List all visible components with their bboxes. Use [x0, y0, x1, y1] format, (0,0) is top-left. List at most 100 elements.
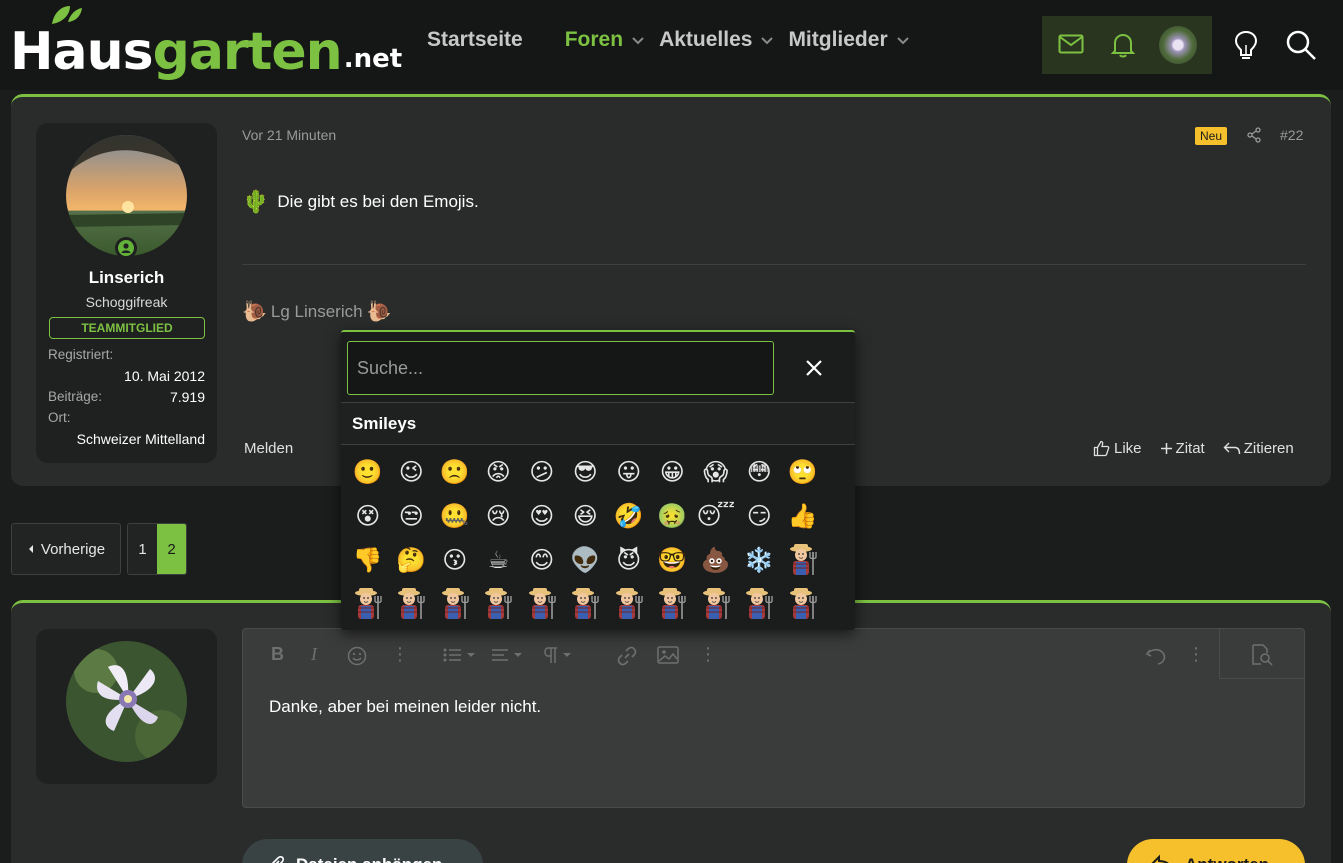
previous-page-button[interactable]: Vorherige — [11, 523, 121, 575]
mail-icon[interactable] — [1058, 33, 1084, 55]
emoji-item[interactable]: 😢 — [477, 496, 521, 536]
emoji-item[interactable]: 🤐 — [433, 496, 477, 536]
nav-foren[interactable]: Foren — [565, 28, 659, 52]
smiley-icon[interactable] — [347, 646, 367, 666]
undo-icon[interactable] — [1145, 646, 1167, 666]
italic-icon[interactable]: I — [311, 644, 317, 665]
emoji-item[interactable]: 😛 — [607, 452, 651, 492]
emoji-item[interactable]: 😡 — [477, 452, 521, 492]
post-number[interactable]: #22 — [1280, 127, 1303, 143]
attach-files-button[interactable]: Dateien anhängen — [242, 839, 483, 863]
report-link[interactable]: Melden — [244, 440, 293, 457]
post-user-panel: Linserich Schoggifreak TEAMMITGLIED Regi… — [36, 123, 217, 463]
farmer-emoji[interactable] — [477, 584, 521, 624]
emoji-item[interactable]: ❄️ — [738, 540, 782, 580]
emoji-item[interactable]: 😍 — [520, 496, 564, 536]
emoji-item[interactable]: 😉 — [390, 452, 434, 492]
farmer-emoji[interactable] — [346, 584, 390, 624]
lightbulb-icon[interactable] — [1234, 30, 1258, 62]
registered-label: Registriert: — [48, 347, 114, 362]
reply-quote-button[interactable]: Zitieren — [1223, 440, 1294, 457]
paragraph-icon[interactable] — [541, 646, 575, 664]
paperclip-icon — [271, 856, 284, 863]
emoji-item[interactable]: 🤓 — [651, 540, 695, 580]
user-avatar[interactable] — [1159, 26, 1197, 64]
more-icon[interactable]: ⋮ — [391, 644, 409, 665]
bell-icon[interactable] — [1111, 32, 1135, 58]
emoji-item[interactable]: 🙄 — [781, 452, 825, 492]
preview-toggle[interactable] — [1219, 629, 1304, 679]
emoji-item[interactable]: 😈 — [607, 540, 651, 580]
emoji-item[interactable]: 😵 — [346, 496, 390, 536]
site-logo[interactable]: Haus garten .net — [10, 6, 402, 78]
emoji-item[interactable]: 👍 — [781, 496, 825, 536]
page-1[interactable]: 1 — [128, 524, 157, 574]
farmer-emoji[interactable] — [651, 584, 695, 624]
nav-aktuelles[interactable]: Aktuelles — [659, 28, 788, 52]
emoji-item[interactable]: 🤔 — [390, 540, 434, 580]
emoji-item[interactable]: 💩 — [694, 540, 738, 580]
reply-editor[interactable]: B I ⋮ ⋮ ⋮ Danke, aber bei meinen leider … — [242, 628, 1305, 808]
search-icon[interactable] — [1285, 29, 1317, 61]
post-time[interactable]: Vor 21 Minuten — [242, 127, 336, 143]
emoji-item[interactable]: 😀 — [651, 452, 695, 492]
chevron-down-icon[interactable] — [631, 33, 645, 47]
emoji-item[interactable]: 😏 — [738, 496, 782, 536]
emoji-item[interactable]: 😆 — [564, 496, 608, 536]
farmer-emoji[interactable] — [694, 584, 738, 624]
emoji-item[interactable]: 😴 — [694, 496, 738, 536]
image-icon[interactable] — [657, 646, 679, 664]
farmer-emoji[interactable] — [607, 584, 651, 624]
farmer-emoji[interactable] — [433, 584, 477, 624]
farmer-emoji[interactable] — [738, 584, 782, 624]
snail-icon: 🐌 — [366, 301, 392, 323]
bold-icon[interactable]: B — [271, 644, 284, 665]
emoji-item[interactable]: 😗 — [433, 540, 477, 580]
preview-icon — [1252, 644, 1273, 666]
share-icon[interactable] — [1246, 127, 1262, 143]
chevron-down-icon[interactable] — [760, 33, 774, 47]
emoji-item[interactable]: 😎 — [564, 452, 608, 492]
farmer-emoji[interactable] — [781, 584, 825, 624]
farmer-emoji[interactable] — [520, 584, 564, 624]
nav-mitglieder[interactable]: Mitglieder — [788, 28, 923, 52]
farmer-emoji[interactable] — [390, 584, 434, 624]
avatar[interactable] — [66, 641, 187, 762]
emoji-picker: Smileys 🙂😉🙁😡😕😎😛😀😱😳🙄😵😒🤐😢😍😆🤣🤢😴😏👍👎🤔😗☕😊👽😈🤓💩❄… — [341, 330, 855, 630]
page-2[interactable]: 2 — [157, 524, 186, 574]
nav-startseite[interactable]: Startseite — [427, 28, 523, 52]
chevron-down-icon[interactable] — [896, 33, 910, 47]
emoji-item[interactable]: 😳 — [738, 452, 782, 492]
emoji-search-input[interactable] — [348, 342, 773, 394]
emoji-grid: 🙂 😉 🙁 😡 😕 😎 😛 😀 😱 😳 🙄 😵 😒 🤐 😢 😍 😆 🤣 🤢 😴 😏 👍 👎 🤔 😗 ☕ 😊 👽 😈 🤓 💩 ❄️ — [346, 450, 856, 626]
emoji-item[interactable]: ☕ — [477, 540, 521, 580]
emoji-item[interactable]: 😒 — [390, 496, 434, 536]
caret-left-icon — [28, 545, 33, 553]
farmer-emoji[interactable] — [781, 540, 825, 580]
more-icon[interactable]: ⋮ — [1187, 644, 1205, 665]
emoji-item[interactable]: 😱 — [694, 452, 738, 492]
emoji-item[interactable]: 🤣 — [607, 496, 651, 536]
quote-button[interactable]: Zitat — [1160, 440, 1205, 457]
emoji-item[interactable]: 😊 — [520, 540, 564, 580]
emoji-item[interactable]: 🤢 — [651, 496, 695, 536]
emoji-item[interactable]: 👎 — [346, 540, 390, 580]
editor-content[interactable]: Danke, aber bei meinen leider nicht. — [269, 697, 541, 717]
like-button[interactable]: Like — [1093, 440, 1142, 457]
farmer-emoji[interactable] — [564, 584, 608, 624]
align-icon[interactable] — [491, 648, 525, 662]
emoji-item[interactable]: 😕 — [520, 452, 564, 492]
close-icon[interactable] — [804, 358, 824, 378]
main-nav: Startseite Foren Aktuelles Mitglieder — [427, 28, 924, 52]
reply-submit-button[interactable]: Antworten — [1127, 839, 1305, 863]
posts-value: 7.919 — [169, 389, 205, 405]
posts-label: Beiträge: — [48, 389, 103, 404]
emoji-item[interactable]: 🙁 — [433, 452, 477, 492]
emoji-row: 🙂 😉 🙁 😡 😕 😎 😛 😀 😱 😳 🙄 — [346, 450, 856, 494]
emoji-item[interactable]: 🙂 — [346, 452, 390, 492]
username[interactable]: Linserich — [36, 268, 217, 288]
more-icon[interactable]: ⋮ — [699, 644, 717, 665]
emoji-item[interactable]: 👽 — [564, 540, 608, 580]
list-icon[interactable] — [443, 648, 477, 662]
link-icon[interactable] — [617, 646, 637, 666]
